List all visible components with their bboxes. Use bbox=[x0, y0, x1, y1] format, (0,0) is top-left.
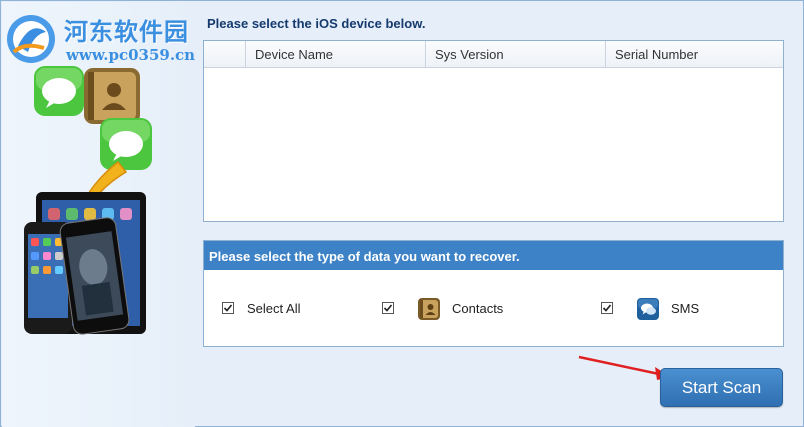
contacts-label: Contacts bbox=[452, 301, 504, 316]
data-type-heading: Please select the type of data you want … bbox=[209, 249, 520, 264]
column-header-device-name[interactable]: Device Name bbox=[245, 41, 425, 67]
watermark: 河东软件园 www.pc0359.cn bbox=[4, 6, 196, 66]
option-select-all[interactable]: Select All bbox=[222, 297, 332, 321]
left-panel: 河东软件园 www.pc0359.cn bbox=[2, 2, 195, 427]
device-list-body[interactable] bbox=[204, 68, 783, 221]
option-contacts[interactable]: Contacts bbox=[382, 297, 532, 321]
sms-label: SMS bbox=[671, 301, 700, 316]
column-header-serial-number[interactable]: Serial Number bbox=[605, 41, 783, 67]
sms-bubble-icon bbox=[637, 298, 659, 320]
contacts-book-icon bbox=[418, 298, 440, 320]
watermark-logo-icon bbox=[7, 15, 55, 63]
ios-devices-illustration bbox=[24, 66, 152, 335]
watermark-title: 河东软件园 bbox=[64, 17, 189, 46]
data-type-panel: Please select the type of data you want … bbox=[203, 240, 784, 347]
device-table[interactable]: Device Name Sys Version Serial Number bbox=[203, 40, 784, 222]
checkmark-icon bbox=[602, 304, 612, 312]
message-bubble-icon bbox=[100, 118, 152, 170]
contacts-checkbox[interactable] bbox=[382, 302, 394, 314]
sms-checkbox[interactable] bbox=[601, 302, 613, 314]
contacts-book-icon bbox=[84, 68, 140, 124]
option-sms[interactable]: SMS bbox=[601, 297, 721, 321]
device-section-heading: Please select the iOS device below. bbox=[207, 16, 426, 31]
column-header-sys-version[interactable]: Sys Version bbox=[425, 41, 605, 67]
app-window: 河东软件园 www.pc0359.cn Please select the iO… bbox=[0, 0, 804, 427]
select-all-checkbox[interactable] bbox=[222, 302, 234, 314]
checkmark-icon bbox=[383, 304, 393, 312]
select-all-label: Select All bbox=[247, 301, 301, 316]
start-scan-button[interactable]: Start Scan bbox=[660, 368, 783, 407]
column-header-select[interactable] bbox=[204, 41, 245, 67]
checkmark-icon bbox=[223, 304, 233, 312]
device-table-header: Device Name Sys Version Serial Number bbox=[204, 41, 783, 68]
message-bubble-icon bbox=[34, 66, 84, 116]
data-type-panel-header: Please select the type of data you want … bbox=[204, 241, 783, 270]
